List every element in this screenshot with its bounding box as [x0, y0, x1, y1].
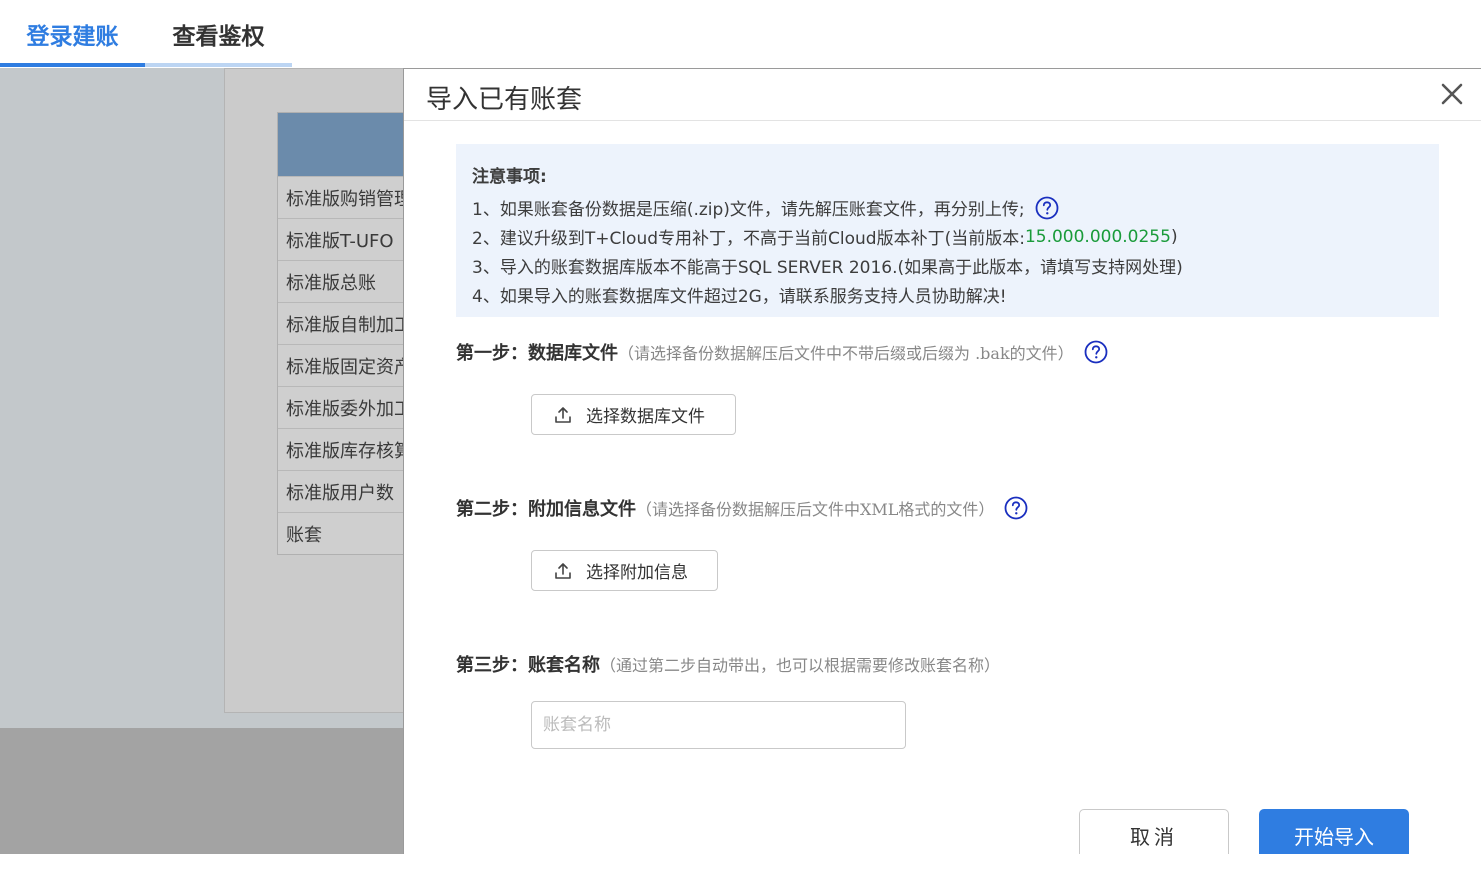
close-button[interactable]: [1439, 81, 1465, 107]
question-circle-icon[interactable]: [1004, 496, 1028, 520]
select-database-file-label: 选择数据库文件: [586, 407, 705, 427]
upload-icon: [555, 406, 571, 423]
close-icon: [1441, 83, 1463, 105]
notice-line-3: 3、导入的账套数据库版本不能高于SQL SERVER 2016.(如果高于此版本…: [472, 251, 1439, 280]
notice-title: 注意事项:: [472, 167, 547, 187]
notice-line-1: 1、如果账套备份数据是压缩(.zip)文件，请先解压账套文件，再分别上传;: [472, 193, 1439, 222]
tab-view-auth[interactable]: 查看鉴权: [145, 0, 292, 68]
step-1-label-row: 第一步：数据库文件 （请选择备份数据解压后文件中不带后缀或后缀为 .bak的文件…: [456, 339, 1108, 365]
step-3-label: 第三步：账套名称: [456, 655, 600, 676]
notice-text: 2、建议升级到T+Cloud专用补丁，不高于当前Cloud版本补丁(当前版本:: [472, 229, 1025, 249]
step-2-label-row: 第二步：附加信息文件 （请选择备份数据解压后文件中XML格式的文件）: [456, 495, 1028, 521]
account-name-input[interactable]: [531, 701, 906, 749]
import-account-dialog: 导入已有账套 注意事项: 1、如果账套备份数据是压缩(.zip)文件，请先解压账…: [403, 68, 1481, 854]
question-circle-icon[interactable]: [1084, 340, 1108, 364]
notice-text: 1、如果账套备份数据是压缩(.zip)文件，请先解压账套文件，再分别上传;: [472, 200, 1025, 220]
inactive-tab-indicator: [145, 63, 292, 67]
start-import-button[interactable]: 开始导入: [1259, 809, 1409, 854]
current-version: 15.000.000.0255: [1024, 226, 1171, 247]
select-extra-info-label: 选择附加信息: [586, 563, 688, 583]
question-circle-icon[interactable]: [1035, 196, 1059, 220]
dialog-title: 导入已有账套: [426, 85, 583, 115]
step-2-hint: （请选择备份数据解压后文件中XML格式的文件）: [636, 500, 995, 519]
notice-text: ): [1170, 226, 1178, 247]
upload-icon: [555, 562, 571, 579]
top-tab-bar: 登录建账 查看鉴权: [0, 0, 1481, 68]
select-extra-info-button[interactable]: 选择附加信息: [531, 550, 718, 591]
step-3-hint: （通过第二步自动带出，也可以根据需要修改账套名称）: [600, 656, 1001, 675]
select-database-file-button[interactable]: 选择数据库文件: [531, 394, 736, 435]
cancel-button[interactable]: 取消: [1079, 809, 1229, 854]
notice-line-4: 4、如果导入的账套数据库文件超过2G，请联系服务支持人员协助解决!: [472, 280, 1439, 309]
dialog-header: 导入已有账套: [404, 69, 1481, 121]
step-1-label: 第一步：数据库文件: [456, 343, 618, 364]
tab-login-setup[interactable]: 登录建账: [0, 0, 145, 68]
active-tab-indicator: [0, 63, 145, 67]
notice-line-2: 2、建议升级到T+Cloud专用补丁，不高于当前Cloud版本补丁(当前版本: 1…: [472, 222, 1439, 251]
notice-text: 4、如果导入的账套数据库文件超过2G，请联系服务支持人员协助解决!: [472, 287, 1007, 307]
notice-text: 3、导入的账套数据库版本不能高于SQL SERVER 2016.(如果高于此版本…: [472, 258, 1183, 278]
step-2-label: 第二步：附加信息文件: [456, 499, 636, 520]
notice-box: 注意事项: 1、如果账套备份数据是压缩(.zip)文件，请先解压账套文件，再分别…: [456, 144, 1439, 317]
step-3-label-row: 第三步：账套名称 （通过第二步自动带出，也可以根据需要修改账套名称）: [456, 651, 1000, 677]
step-1-hint: （请选择备份数据解压后文件中不带后缀或后缀为 .bak的文件）: [618, 344, 1074, 363]
